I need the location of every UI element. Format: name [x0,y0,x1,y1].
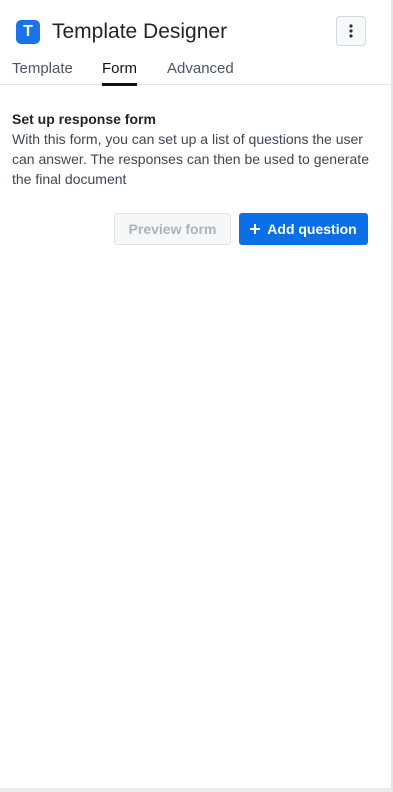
app-logo: T [16,20,40,44]
tab-template[interactable]: Template [12,60,73,84]
section-title: Set up response form [12,111,156,127]
tab-form[interactable]: Form [102,60,137,86]
section-description: With this form, you can set up a list of… [12,131,369,187]
header: T Template Designer [0,0,391,64]
more-options-button[interactable] [336,16,366,46]
add-question-button[interactable]: Add question [239,213,368,245]
template-designer-panel: T Template Designer Template Form Advanc… [0,0,393,792]
preview-form-button[interactable]: Preview form [114,213,231,245]
preview-form-label: Preview form [128,221,217,237]
plus-icon [250,224,261,234]
more-vertical-icon [349,24,353,38]
app-title: Template Designer [52,20,228,43]
tab-advanced[interactable]: Advanced [167,60,234,84]
add-question-label: Add question [267,221,357,237]
tab-bar: Template Form Advanced [0,56,391,86]
